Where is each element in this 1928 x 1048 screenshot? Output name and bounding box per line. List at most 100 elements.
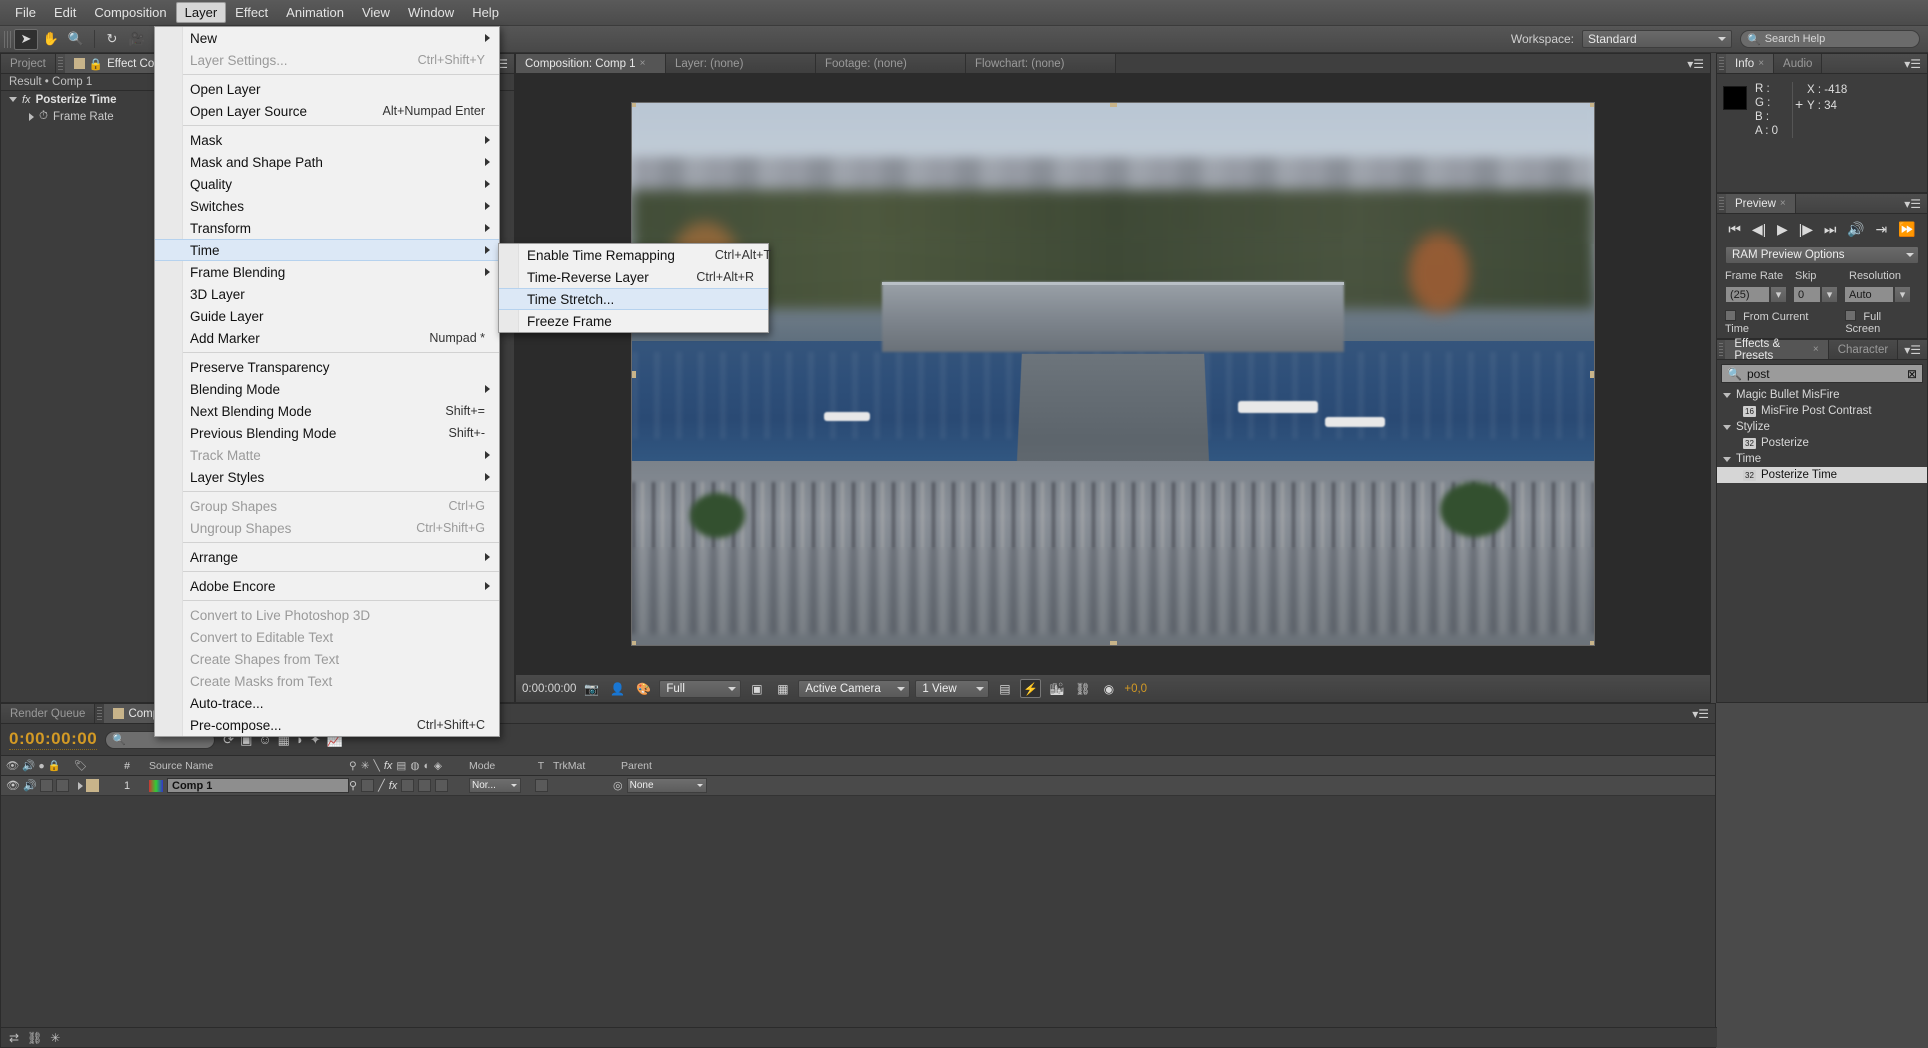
selection-handle[interactable]	[1110, 103, 1117, 107]
menu-item-composition[interactable]: Composition	[85, 2, 175, 23]
table-row[interactable]: 👁 🔊 1 Comp 1 ⚲ ╱ fx Nor... ◎ None	[1, 776, 1715, 796]
panel-grip[interactable]	[1719, 343, 1724, 356]
channels-icon[interactable]: 🎨	[633, 679, 654, 698]
layer-menu-item[interactable]: Transform	[155, 217, 499, 239]
previous-frame-icon[interactable]: ◀|	[1752, 221, 1766, 238]
frame-render-time-icon[interactable]: ✳	[50, 1031, 60, 1045]
close-icon[interactable]: ×	[1813, 344, 1819, 355]
layer-menu-item[interactable]: Time	[155, 239, 499, 261]
toggle-switches-modes-icon[interactable]: ⇄	[9, 1031, 19, 1045]
layer-menu-item[interactable]: New	[155, 27, 499, 49]
layer-t-cell[interactable]	[529, 779, 553, 792]
workspace-select[interactable]: Standard	[1582, 30, 1732, 48]
effects-search-input[interactable]: 🔍 post ⊠	[1721, 364, 1923, 383]
panel-menu-icon[interactable]: ▾☰	[1898, 54, 1927, 73]
exposure-reset-icon[interactable]: ◉	[1098, 679, 1119, 698]
comp-tab-0[interactable]: Composition: Comp 1 ×	[516, 54, 666, 73]
menu-item-help[interactable]: Help	[463, 2, 508, 23]
selection-handle[interactable]	[1590, 103, 1594, 107]
panel-grip[interactable]	[57, 57, 63, 70]
comp-flowchart-icon[interactable]: ⛓	[27, 1031, 42, 1045]
selection-handle[interactable]	[632, 641, 636, 645]
effects-item[interactable]: 32 Posterize Time	[1717, 467, 1927, 483]
effect-toggle-icon[interactable]: ╱	[378, 779, 385, 792]
layer-menu-item[interactable]: Auto-trace...	[155, 692, 499, 714]
menu-item-effect[interactable]: Effect	[226, 2, 277, 23]
zoom-tool-icon[interactable]: 🔍	[64, 29, 88, 50]
layer-menu-item[interactable]: Arrange	[155, 546, 499, 568]
fx-icon[interactable]: fx	[389, 780, 398, 792]
close-icon[interactable]: ×	[1758, 58, 1764, 69]
transparency-grid-icon[interactable]: ▦	[772, 679, 793, 698]
frame-rate-dropdown-icon[interactable]: ▾	[1770, 286, 1787, 303]
parent-select[interactable]: None	[626, 778, 707, 793]
effects-category[interactable]: Stylize	[1717, 419, 1927, 435]
toolbar-grip[interactable]	[4, 30, 11, 48]
panel-menu-icon[interactable]: ▾☰	[1681, 54, 1710, 73]
tab-preview[interactable]: Preview ×	[1726, 194, 1796, 213]
column-header-t[interactable]: T	[529, 760, 553, 772]
ram-preview-options-select[interactable]: RAM Preview Options	[1725, 246, 1919, 264]
layer-menu-item[interactable]: Next Blending Mode Shift+=	[155, 400, 499, 422]
snapshot-icon[interactable]: 📷	[581, 679, 602, 698]
menu-item-edit[interactable]: Edit	[45, 2, 85, 23]
next-frame-icon[interactable]: |▶	[1799, 221, 1813, 238]
chevron-down-icon[interactable]	[1723, 456, 1731, 462]
layer-menu-item[interactable]: Previous Blending Mode Shift+-	[155, 422, 499, 444]
close-icon[interactable]: ×	[640, 58, 646, 69]
skip-dropdown-icon[interactable]: ▾	[1821, 286, 1838, 303]
adjustment-layer-toggle[interactable]	[435, 779, 449, 792]
selection-handle[interactable]	[1590, 641, 1594, 645]
time-submenu[interactable]: Enable Time Remapping Ctrl+Alt+T Time-Reve…	[498, 243, 771, 333]
tab-render-queue[interactable]: Render Queue	[1, 704, 96, 723]
shy-icon[interactable]: ⚲	[349, 779, 357, 792]
layer-menu-item[interactable]: Open Layer	[155, 78, 499, 100]
eye-icon[interactable]: 👁	[6, 779, 20, 792]
loop-icon[interactable]: ⇥	[1876, 221, 1888, 238]
ram-preview-icon[interactable]: ⏩	[1898, 221, 1915, 238]
layer-menu-item[interactable]: Pre-compose... Ctrl+Shift+C	[155, 714, 499, 736]
tab-audio[interactable]: Audio	[1774, 54, 1823, 73]
search-help-field[interactable]: 🔍 Search Help	[1740, 30, 1920, 48]
effects-category[interactable]: Magic Bullet MisFire	[1717, 387, 1927, 403]
menu-item-window[interactable]: Window	[399, 2, 463, 23]
layer-source-name[interactable]: Comp 1	[149, 778, 349, 793]
column-header-parent[interactable]: Parent	[613, 760, 673, 772]
hand-tool-icon[interactable]: ✋	[39, 29, 63, 50]
chevron-down-icon[interactable]	[9, 97, 17, 102]
tab-effects-presets[interactable]: Effects & Presets ×	[1725, 338, 1829, 362]
chevron-down-icon[interactable]	[1723, 392, 1731, 398]
column-header-trkmat[interactable]: TrkMat	[553, 760, 613, 772]
viewer-timecode[interactable]: 0:00:00:00	[522, 683, 576, 695]
camera-tool-icon[interactable]: 🎥	[125, 29, 149, 50]
last-frame-icon[interactable]: ⏭	[1824, 221, 1837, 238]
panel-menu-icon[interactable]: ▾☰	[1898, 194, 1927, 213]
menu-item-view[interactable]: View	[353, 2, 399, 23]
resolution-dropdown-icon[interactable]: ▾	[1894, 286, 1911, 303]
comp-tab-2[interactable]: Footage: (none)	[816, 54, 966, 73]
timeline-current-time[interactable]: 0:00:00:00	[9, 729, 98, 750]
column-header-source-name[interactable]: Source Name	[149, 760, 349, 772]
label-color-swatch[interactable]	[85, 779, 99, 792]
time-submenu-item[interactable]: Time-Reverse Layer Ctrl+Alt+R	[499, 266, 768, 288]
menu-item-file[interactable]: File	[6, 2, 45, 23]
tab-project[interactable]: Project	[1, 54, 56, 73]
layer-menu[interactable]: New Layer Settings... Ctrl+Shift+Y Open Lay…	[154, 26, 500, 737]
parent-pickwhip-icon[interactable]: ◎	[613, 779, 623, 792]
magnification-select[interactable]: Full	[659, 679, 742, 698]
frame-rate-field[interactable]: (25)	[1725, 286, 1770, 303]
audio-icon[interactable]: 🔊	[1847, 221, 1864, 238]
menu-item-animation[interactable]: Animation	[277, 2, 353, 23]
layer-menu-item[interactable]: Open Layer Source Alt+Numpad Enter	[155, 100, 499, 122]
composition-stage[interactable]	[516, 74, 1710, 674]
selection-handle[interactable]	[1110, 641, 1117, 645]
layer-menu-item[interactable]: Layer Styles	[155, 466, 499, 488]
comp-tab-1[interactable]: Layer: (none)	[666, 54, 816, 73]
selection-handle[interactable]	[1590, 371, 1594, 378]
comp-tab-3[interactable]: Flowchart: (none)	[966, 54, 1116, 73]
rotation-tool-icon[interactable]: ↻	[100, 29, 124, 50]
chevron-right-icon[interactable]	[77, 781, 83, 790]
effects-item[interactable]: 16 MisFire Post Contrast	[1717, 403, 1927, 419]
panel-grip[interactable]	[1719, 57, 1724, 70]
close-icon[interactable]: ×	[1780, 198, 1786, 209]
